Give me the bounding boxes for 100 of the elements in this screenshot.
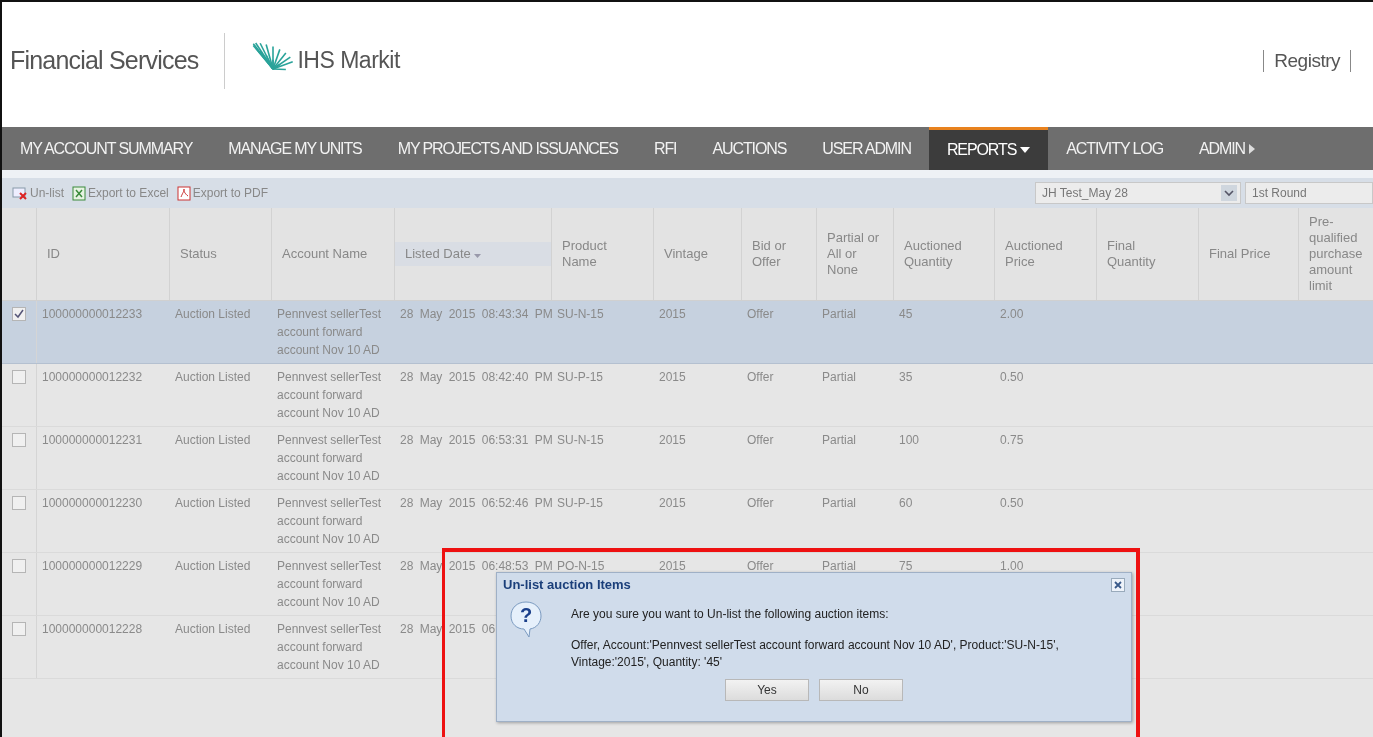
partial-cell-text: Partial <box>822 558 856 575</box>
toolbar-button[interactable]: Export to Excel <box>72 185 169 201</box>
partial-cell-text: Partial <box>822 432 856 449</box>
quantity-cell-text: 100 <box>899 432 920 449</box>
partial-cell-text: Partial <box>822 306 856 323</box>
dialog-details: Offer, Account:'Pennvest sellerTest account forward account Nov 10 AD', Product:'SU-N-15', Vintage:'2015', Quantity: '45' <box>571 637 1060 671</box>
nav-tab[interactable]: MY ACCOUNT SUMMARY <box>12 127 211 170</box>
pdf-icon <box>176 185 191 201</box>
close-icon[interactable] <box>1111 577 1125 592</box>
quantity-cell-text: 60 <box>899 495 913 512</box>
status-cell-text: Auction Listed <box>175 432 251 449</box>
date-cell-text: 28 May 2015 06 <box>400 621 496 638</box>
product-cell-text: SU-P-15 <box>557 495 603 512</box>
account-cell-text: Pennvest sellerTest account forward account Nov 10 AD <box>277 369 383 422</box>
dropdown-icon <box>1221 185 1237 201</box>
price-cell-text: 0.50 <box>1000 369 1024 386</box>
partial-cell-text: Partial <box>822 495 856 512</box>
vintage-cell-text: 2015 <box>659 432 686 449</box>
dialog-button[interactable]: No <box>819 679 903 701</box>
product-cell-text: SU-N-15 <box>557 432 604 449</box>
quantity-cell-text: 45 <box>899 306 913 323</box>
toolbar-button[interactable]: Un-list <box>12 186 64 200</box>
column-header[interactable]: Account Name <box>272 242 394 266</box>
brand-name: Financial Services <box>10 46 199 75</box>
question-icon: ? <box>509 600 543 638</box>
status-cell-text: Auction Listed <box>175 495 251 512</box>
table-row[interactable]: 100000000012231 Auction Listed Pennvest sellerTest account forward account Nov 10 AD 28 May 2015 06:53:31 PM SU-N-15 2015 Offer Partial 100 0.75 <box>2 427 1373 490</box>
row-checkbox[interactable] <box>12 370 26 384</box>
bid-offer-cell-text: Offer <box>747 558 774 575</box>
date-cell-text: 28 May 2015 08:42:40 PM <box>400 369 553 386</box>
id-cell-text: 100000000012229 <box>42 558 143 575</box>
table-row[interactable]: 100000000012233 Auction Listed Pennvest sellerTest account forward account Nov 10 AD 28 May 2015 08:43:34 PM SU-N-15 2015 Offer Partial 45 2.00 <box>2 301 1373 364</box>
price-cell-text: 0.75 <box>1000 432 1024 449</box>
nav-tab[interactable]: MY PROJECTS AND ISSUANCES <box>379 127 636 170</box>
column-header[interactable]: Final Price <box>1199 242 1298 266</box>
account-cell-text: Pennvest sellerTest account forward account Nov 10 AD <box>277 558 383 611</box>
row-checkbox[interactable] <box>12 496 26 510</box>
account-cell-text: Pennvest sellerTest account forward account Nov 10 AD <box>277 621 383 674</box>
dialog-button[interactable]: Yes <box>725 679 809 701</box>
nav-tab[interactable]: MANAGE MY UNITS <box>210 127 380 170</box>
account-cell-text: Pennvest sellerTest account forward account Nov 10 AD <box>277 306 383 359</box>
nav-tab[interactable]: ACTIVITY LOG <box>1048 127 1181 170</box>
bid-offer-cell-text: Offer <box>747 369 774 386</box>
column-header[interactable]: Pre-qualified purchase amount limit <box>1299 210 1373 298</box>
table-row[interactable]: 100000000012232 Auction Listed Pennvest sellerTest account forward account Nov 10 AD 28 May 2015 08:42:40 PM SU-P-15 2015 Offer Partial 35 0.50 <box>2 364 1373 427</box>
product-cell-text: SU-P-15 <box>557 369 603 386</box>
auction-select[interactable]: JH Test_May 28 <box>1035 182 1241 204</box>
status-cell-text: Auction Listed <box>175 369 251 386</box>
price-cell-text: 0.50 <box>1000 495 1024 512</box>
date-cell-text: 28 May 2015 06:53:31 PM <box>400 432 553 449</box>
id-cell-text: 100000000012232 <box>42 369 143 386</box>
row-checkbox[interactable] <box>12 622 26 636</box>
nav-tab[interactable]: REPORTS <box>928 127 1049 170</box>
id-cell-text: 100000000012230 <box>42 495 143 512</box>
vintage-cell-text: 2015 <box>659 306 686 323</box>
column-header[interactable]: Listed Date <box>395 242 551 266</box>
dialog-title: Un-list auction Items <box>503 577 631 592</box>
column-header[interactable]: Product Name <box>552 234 653 274</box>
column-header[interactable]: Status <box>170 242 271 266</box>
nav-tab[interactable]: AUCTIONS <box>694 127 805 170</box>
column-header[interactable]: Bid or Offer <box>742 234 816 274</box>
toolbar-button[interactable]: Export to PDF <box>176 185 269 201</box>
date-cell-text: 28 May 2015 08:43:34 PM <box>400 306 553 323</box>
spreadsheet-icon <box>72 185 86 201</box>
nav-tab[interactable]: USER ADMIN <box>804 127 929 170</box>
quantity-cell-text: 75 <box>899 558 913 575</box>
id-cell-text: 100000000012231 <box>42 432 143 449</box>
account-cell-text: Pennvest sellerTest account forward account Nov 10 AD <box>277 432 383 485</box>
product-cell-text: SU-N-15 <box>557 306 604 323</box>
row-checkbox[interactable] <box>12 307 26 321</box>
unlist-icon <box>12 186 28 200</box>
sort-icon <box>473 254 481 258</box>
vintage-cell-text: 2015 <box>659 495 686 512</box>
id-cell-text: 100000000012228 <box>42 621 143 638</box>
nav-tab[interactable]: RFI <box>635 127 695 170</box>
column-header[interactable]: Final Quantity <box>1097 234 1198 274</box>
caret-icon <box>1020 147 1031 153</box>
id-cell-text: 100000000012233 <box>42 306 143 323</box>
column-header[interactable]: Auctioned Quantity <box>894 234 994 274</box>
status-cell-text: Auction Listed <box>175 558 251 575</box>
vintage-cell-text: 2015 <box>659 558 686 575</box>
row-checkbox[interactable] <box>12 559 26 573</box>
bid-offer-cell-text: Offer <box>747 306 774 323</box>
table-row[interactable]: 100000000012230 Auction Listed Pennvest sellerTest account forward account Nov 10 AD 28 May 2015 06:52:46 PM SU-P-15 2015 Offer Partial 60 0.50 <box>2 490 1373 553</box>
bid-offer-cell-text: Offer <box>747 495 774 512</box>
caret-icon <box>1249 143 1256 154</box>
column-header[interactable]: ID <box>37 242 169 266</box>
status-cell-text: Auction Listed <box>175 621 251 638</box>
nav-tab[interactable]: ADMIN <box>1181 127 1274 170</box>
registry-link[interactable]: Registry <box>1263 49 1351 72</box>
column-header[interactable]: Auctioned Price <box>995 234 1096 274</box>
bid-offer-cell-text: Offer <box>747 432 774 449</box>
column-header[interactable]: Vintage <box>654 242 741 266</box>
column-header[interactable]: Partial or All or None <box>817 226 893 282</box>
vintage-cell-text: 2015 <box>659 369 686 386</box>
date-cell-text: 28 May 2015 06:52:46 PM <box>400 495 553 512</box>
status-cell-text: Auction Listed <box>175 306 251 323</box>
product-cell-text: PO-N-15 <box>557 558 605 575</box>
row-checkbox[interactable] <box>12 433 26 447</box>
round-select[interactable]: 1st Round <box>1245 182 1373 204</box>
